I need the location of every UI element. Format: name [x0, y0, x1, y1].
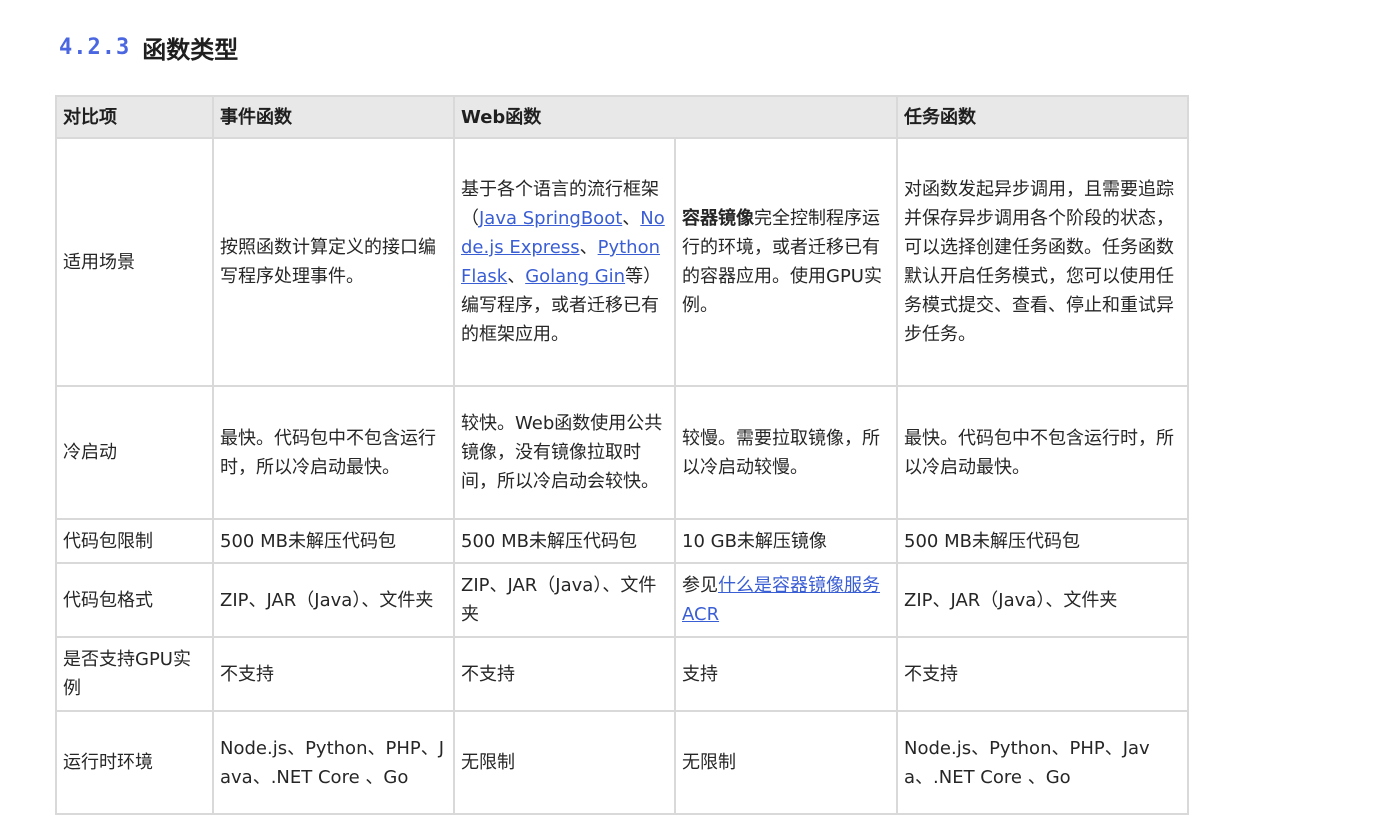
cell-task-package-format: ZIP、JAR（Java）、文件夹 — [896, 562, 1189, 638]
row-label-cold-start: 冷启动 — [55, 385, 214, 520]
cell-event-package-limit: 500 MB未解压代码包 — [212, 518, 455, 564]
section-heading: 4.2.3 函数类型 — [59, 30, 238, 66]
separator-text: 、 — [507, 266, 526, 287]
cell-web-framework-package-limit: 500 MB未解压代码包 — [453, 518, 676, 564]
cell-event-runtime: Node.js、Python、PHP、Java、.NET Core 、Go — [212, 710, 455, 815]
row-label-package-limit: 代码包限制 — [55, 518, 214, 564]
header-web-function: Web函数 — [453, 95, 898, 139]
cell-task-gpu-support: 不支持 — [896, 636, 1189, 712]
function-type-comparison-table: 对比项 事件函数 Web函数 任务函数 适用场景 按照函数计算定义的接口编写程序… — [55, 95, 1189, 815]
cell-web-container-cold-start: 较慢。需要拉取镜像，所以冷启动较慢。 — [674, 385, 898, 520]
cell-web-container-runtime: 无限制 — [674, 710, 898, 815]
header-item: 对比项 — [55, 95, 214, 139]
section-title: 函数类型 — [142, 36, 239, 65]
header-task-function: 任务函数 — [896, 95, 1189, 139]
cell-web-framework-cold-start: 较快。Web函数使用公共镜像，没有镜像拉取时间，所以冷启动会较快。 — [453, 385, 676, 520]
cell-web-framework-gpu-support: 不支持 — [453, 636, 676, 712]
link-java-springboot[interactable]: Java SpringBoot — [479, 208, 622, 229]
separator-text: 、 — [579, 237, 598, 258]
cell-event-scene: 按照函数计算定义的接口编写程序处理事件。 — [212, 137, 455, 387]
section-number: 4.2.3 — [59, 35, 131, 61]
row-label-package-format: 代码包格式 — [55, 562, 214, 638]
separator-text: 、 — [622, 208, 641, 229]
header-event-function: 事件函数 — [212, 95, 455, 139]
cell-web-container-package-format: 参见什么是容器镜像服务ACR — [674, 562, 898, 638]
table-row: 冷启动 最快。代码包中不包含运行时，所以冷启动最快。 较快。Web函数使用公共镜… — [55, 385, 1189, 520]
cell-text: 参见 — [682, 575, 718, 596]
table-row: 运行时环境 Node.js、Python、PHP、Java、.NET Core … — [55, 710, 1189, 815]
row-label-runtime: 运行时环境 — [55, 710, 214, 815]
doc-page: 4.2.3 函数类型 对比项 事件函数 Web函数 任务函数 适用场景 按照函数… — [0, 0, 1393, 825]
row-label-gpu-support: 是否支持GPU实例 — [55, 636, 214, 712]
cell-event-package-format: ZIP、JAR（Java）、文件夹 — [212, 562, 455, 638]
cell-task-scene: 对函数发起异步调用，且需要追踪并保存异步调用各个阶段的状态，可以选择创建任务函数… — [896, 137, 1189, 387]
cell-task-package-limit: 500 MB未解压代码包 — [896, 518, 1189, 564]
table-row: 适用场景 按照函数计算定义的接口编写程序处理事件。 基于各个语言的流行框架（Ja… — [55, 137, 1189, 387]
table-header-row: 对比项 事件函数 Web函数 任务函数 — [55, 95, 1189, 139]
cell-event-gpu-support: 不支持 — [212, 636, 455, 712]
cell-web-framework-scene: 基于各个语言的流行框架（Java SpringBoot、Node.js Expr… — [453, 137, 676, 387]
cell-web-container-gpu-support: 支持 — [674, 636, 898, 712]
cell-web-framework-runtime: 无限制 — [453, 710, 676, 815]
table-row: 代码包格式 ZIP、JAR（Java）、文件夹 ZIP、JAR（Java）、文件… — [55, 562, 1189, 638]
table-row: 是否支持GPU实例 不支持 不支持 支持 不支持 — [55, 636, 1189, 712]
cell-task-cold-start: 最快。代码包中不包含运行时，所以冷启动最快。 — [896, 385, 1189, 520]
cell-web-framework-package-format: ZIP、JAR（Java）、文件夹 — [453, 562, 676, 638]
link-golang-gin[interactable]: Golang Gin — [525, 266, 625, 287]
cell-task-runtime: Node.js、Python、PHP、Java、.NET Core 、Go — [896, 710, 1189, 815]
bold-term-container-image: 容器镜像 — [682, 208, 754, 229]
cell-web-container-scene: 容器镜像完全控制程序运行的环境，或者迁移已有的容器应用。使用GPU实例。 — [674, 137, 898, 387]
table-row: 代码包限制 500 MB未解压代码包 500 MB未解压代码包 10 GB未解压… — [55, 518, 1189, 564]
cell-event-cold-start: 最快。代码包中不包含运行时，所以冷启动最快。 — [212, 385, 455, 520]
row-label-scene: 适用场景 — [55, 137, 214, 387]
cell-web-container-package-limit: 10 GB未解压镜像 — [674, 518, 898, 564]
